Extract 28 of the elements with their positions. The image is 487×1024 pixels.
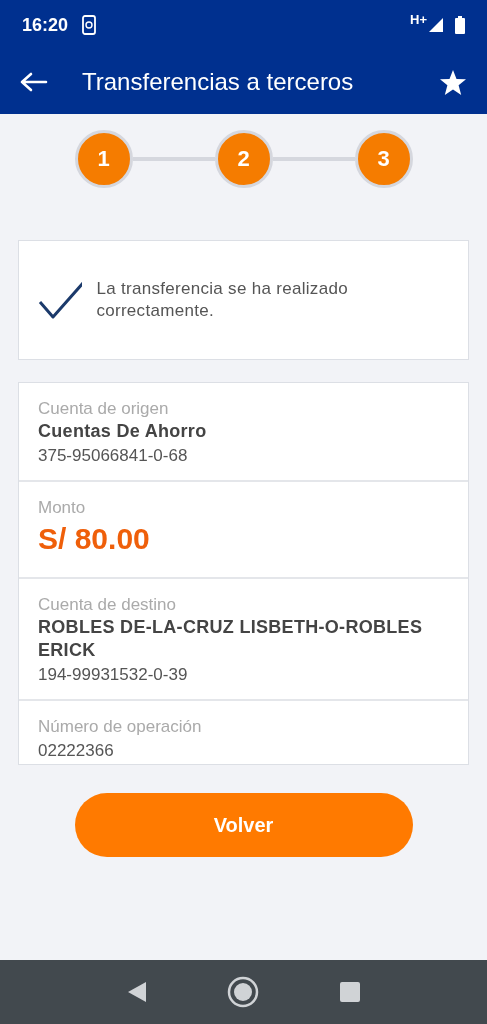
account-number: 375-95066841-0-68: [38, 445, 189, 467]
screen-title: Transferencias a terceros: [82, 68, 355, 96]
amount-value: S/ 80.00: [38, 521, 151, 557]
back-button[interactable]: [18, 70, 50, 94]
home-nav-icon[interactable]: [226, 976, 259, 1008]
success-message: La transferencia se ha realizado correctamente.: [96, 278, 349, 322]
back-arrow-icon: [20, 72, 48, 92]
phone-sync-icon: [82, 15, 97, 35]
step-circle: 2: [214, 130, 273, 188]
battery-icon: [455, 16, 465, 34]
field-value: Cuentas De Ahorro: [38, 420, 208, 443]
checkmark-icon: [37, 280, 83, 320]
back-action-button[interactable]: Volver: [74, 793, 413, 857]
back-nav-icon[interactable]: [126, 981, 147, 1003]
star-icon: [439, 68, 467, 96]
field-value: ROBLES DE-LA-CRUZ LISBETH-O-ROBLES ERICK: [38, 616, 424, 662]
field-label: Monto: [38, 497, 87, 519]
field-label: Cuenta de origen: [38, 398, 170, 420]
account-number: 02222366: [38, 740, 115, 762]
step-circle: 3: [354, 130, 413, 188]
network-type: H+: [410, 12, 427, 27]
field-label: Número de operación: [38, 716, 203, 738]
recents-nav-icon[interactable]: [338, 981, 361, 1003]
step-circle: 1: [74, 130, 133, 188]
account-number: 194-99931532-0-39: [38, 664, 189, 686]
field-label: Cuenta de destino: [38, 594, 177, 616]
signal-icon: [429, 18, 443, 32]
status-time: 16:20: [22, 14, 69, 36]
